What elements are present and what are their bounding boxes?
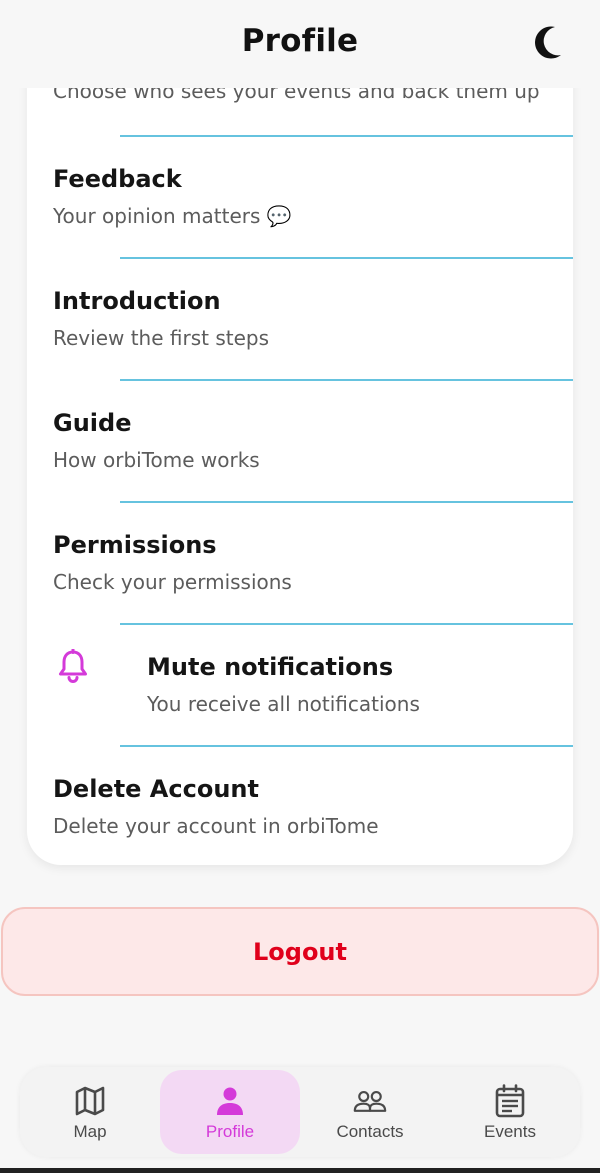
user-icon [217, 1087, 243, 1115]
theme-toggle-button[interactable] [530, 24, 566, 60]
mute-title: Mute notifications [147, 653, 394, 681]
moon-icon [535, 26, 561, 59]
guide-subtitle: How orbiTome works [53, 448, 260, 472]
nav-label-map: Map [73, 1122, 107, 1141]
nav-item-map[interactable]: Map [20, 1070, 160, 1154]
page-title: Profile [241, 23, 359, 59]
settings-item-mute-notifications[interactable]: Mute notifications You receive all notif… [27, 625, 573, 745]
logout-button[interactable]: Logout [1, 907, 599, 996]
bell-icon [59, 649, 87, 683]
settings-item-permissions[interactable]: Permissions Check your permissions [27, 503, 573, 623]
calendar-icon [495, 1084, 525, 1118]
nav-item-contacts[interactable]: Contacts [300, 1070, 440, 1154]
delete-title: Delete Account [53, 775, 259, 803]
profile-screen: Profile Choose who sees your events and … [0, 0, 600, 1173]
nav-label-profile: Profile [205, 1122, 255, 1141]
nav-label-contacts: Contacts [336, 1122, 404, 1141]
contacts-icon [353, 1090, 387, 1112]
settings-item-introduction[interactable]: Introduction Review the first steps [27, 259, 573, 379]
permissions-title: Permissions [53, 531, 217, 559]
guide-title: Guide [53, 409, 132, 437]
nav-label-events: Events [484, 1122, 536, 1141]
introduction-subtitle: Review the first steps [53, 326, 270, 350]
introduction-title: Introduction [53, 287, 221, 315]
bottom-navigation: Map Profile Contacts Events [20, 1067, 580, 1157]
permissions-subtitle: Check your permissions [53, 570, 292, 594]
system-bar [0, 1168, 600, 1173]
nav-item-events[interactable]: Events [440, 1070, 580, 1154]
delete-subtitle: Delete your account in orbiTome [53, 814, 379, 838]
feedback-title: Feedback [53, 165, 182, 193]
settings-item-delete-account[interactable]: Delete Account Delete your account in or… [27, 747, 573, 865]
settings-card: Choose who sees your events and back the… [27, 0, 573, 865]
settings-item-feedback[interactable]: Feedback Your opinion matters 💬 [27, 137, 573, 257]
settings-item-guide[interactable]: Guide How orbiTome works [27, 381, 573, 501]
logout-label: Logout [252, 937, 347, 966]
map-icon [75, 1086, 105, 1116]
feedback-subtitle: Your opinion matters 💬 [53, 204, 292, 228]
mute-subtitle: You receive all notifications [147, 692, 420, 716]
app-header: Profile [0, 0, 600, 88]
nav-item-profile[interactable]: Profile [160, 1070, 300, 1154]
